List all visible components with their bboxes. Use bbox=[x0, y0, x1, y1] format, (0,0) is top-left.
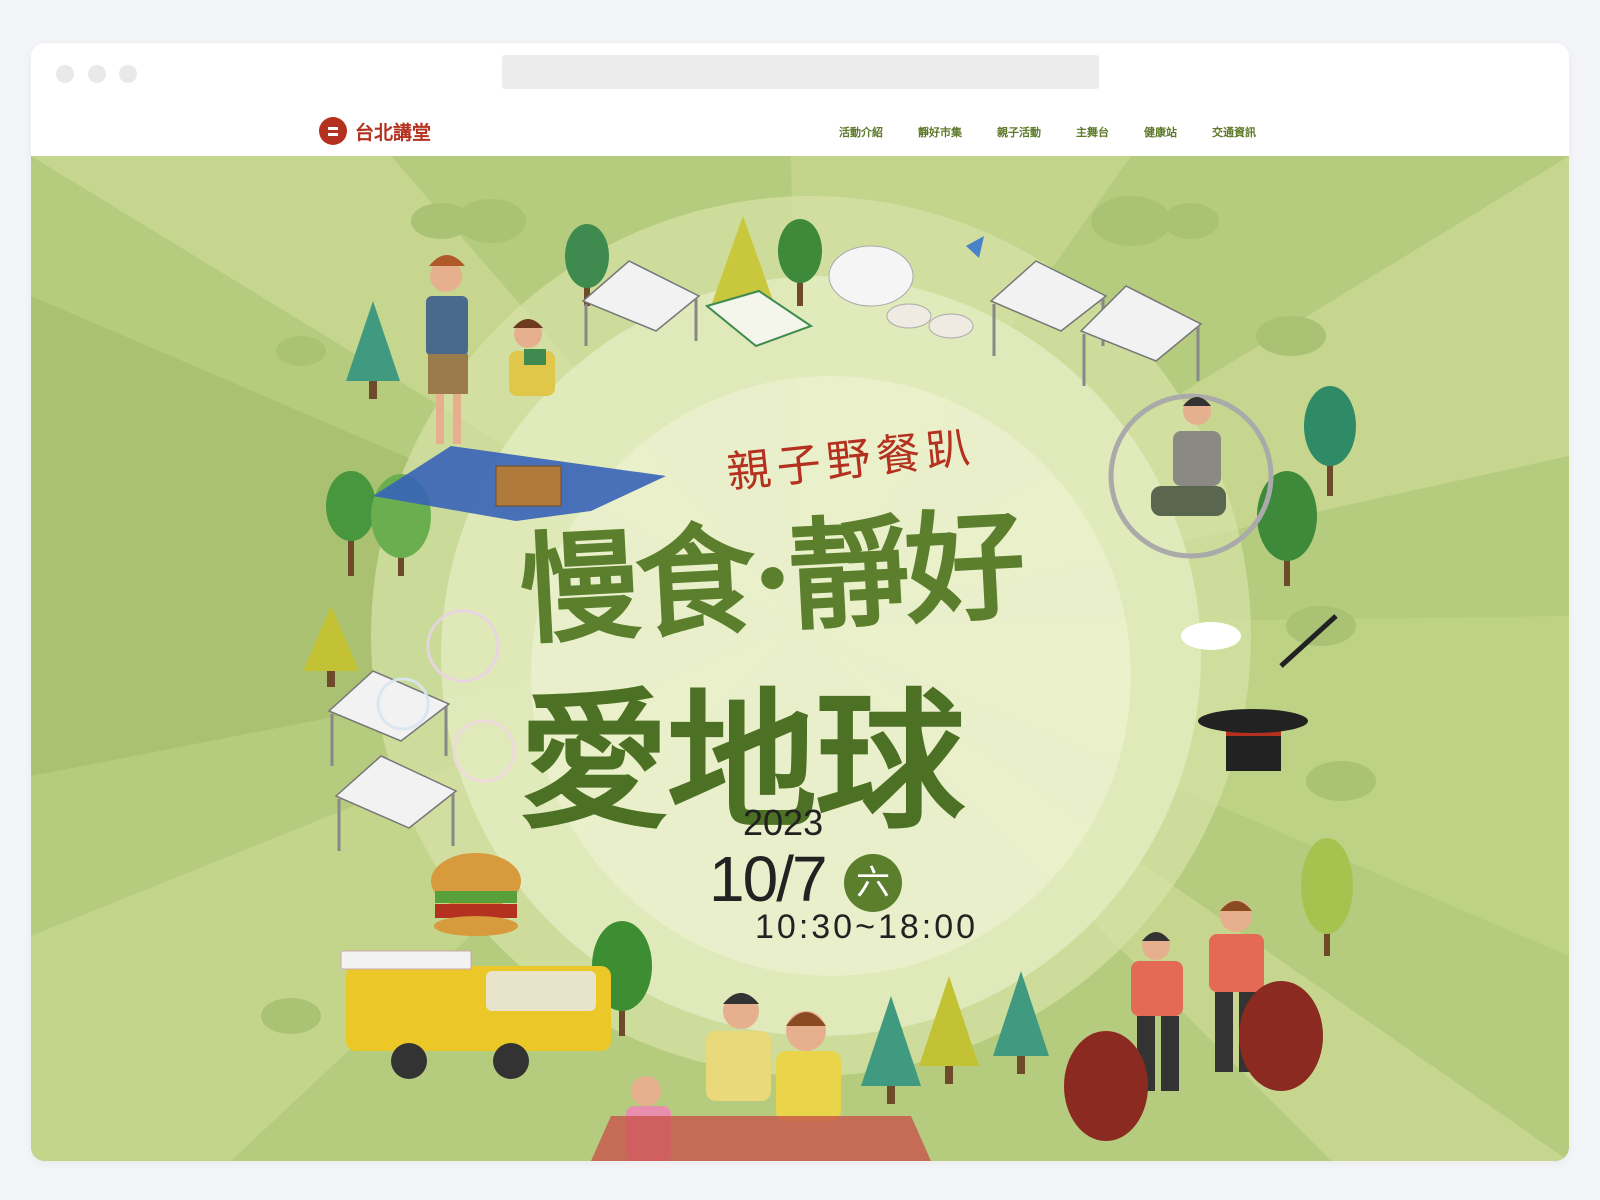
hero-title-line1: 慢食·靜好 bbox=[516, 494, 1025, 663]
main-nav: 活動介紹 靜好市集 親子活動 主舞台 健康站 交通資訊 bbox=[839, 124, 1291, 140]
event-year: 2023 bbox=[743, 802, 824, 843]
hero-title-line2: 愛地球 bbox=[519, 674, 965, 850]
logo-seal-icon bbox=[319, 117, 347, 145]
logo-text: 台北講堂 bbox=[355, 121, 432, 144]
nav-item-transport[interactable]: 交通資訊 bbox=[1212, 124, 1256, 140]
event-date: 10/7 bbox=[709, 843, 828, 915]
hero-banner: 親子野餐趴 慢食·靜好 愛地球 2023 10/7 六 10:30~18:00 bbox=[31, 156, 1569, 1161]
browser-window: 台北講堂 活動介紹 靜好市集 親子活動 主舞台 健康站 交通資訊 親子野餐趴 慢… bbox=[31, 43, 1569, 1161]
event-time: 10:30~18:00 bbox=[755, 908, 979, 946]
nav-item-health[interactable]: 健康站 bbox=[1144, 124, 1177, 140]
hero-title-block: 親子野餐趴 慢食·靜好 愛地球 2023 10/7 六 10:30~18:00 bbox=[31, 156, 1569, 1161]
nav-item-intro[interactable]: 活動介紹 bbox=[839, 124, 883, 140]
nav-item-market[interactable]: 靜好市集 bbox=[918, 124, 962, 140]
site-header: 台北講堂 活動介紹 靜好市集 親子活動 主舞台 健康站 交通資訊 bbox=[31, 43, 1569, 156]
site-logo[interactable]: 台北講堂 bbox=[319, 116, 431, 146]
event-weekday-badge: 六 bbox=[844, 854, 902, 912]
nav-item-kids[interactable]: 親子活動 bbox=[997, 124, 1041, 140]
nav-item-stage[interactable]: 主舞台 bbox=[1076, 124, 1109, 140]
